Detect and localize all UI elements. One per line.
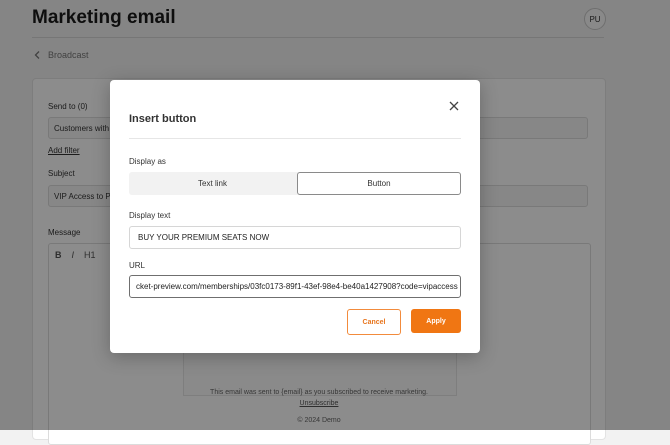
insert-button-dialog: Insert button Display as Text link Butto… xyxy=(110,80,480,353)
display-as-label: Display as xyxy=(129,157,166,166)
display-text-input[interactable]: BUY YOUR PREMIUM SEATS NOW xyxy=(129,226,461,249)
close-icon[interactable] xyxy=(446,98,462,114)
cancel-button[interactable]: Cancel xyxy=(347,309,401,335)
dialog-title: Insert button xyxy=(129,113,197,125)
dialog-divider xyxy=(129,138,461,139)
option-button[interactable]: Button xyxy=(297,172,461,195)
option-text-link[interactable]: Text link xyxy=(129,172,296,195)
apply-button[interactable]: Apply xyxy=(411,309,461,333)
display-text-label: Display text xyxy=(129,211,171,220)
url-label: URL xyxy=(129,261,146,270)
display-as-toggle: Text link Button xyxy=(129,172,461,195)
url-input[interactable]: cket-preview.com/memberships/03fc0173-89… xyxy=(129,275,461,298)
